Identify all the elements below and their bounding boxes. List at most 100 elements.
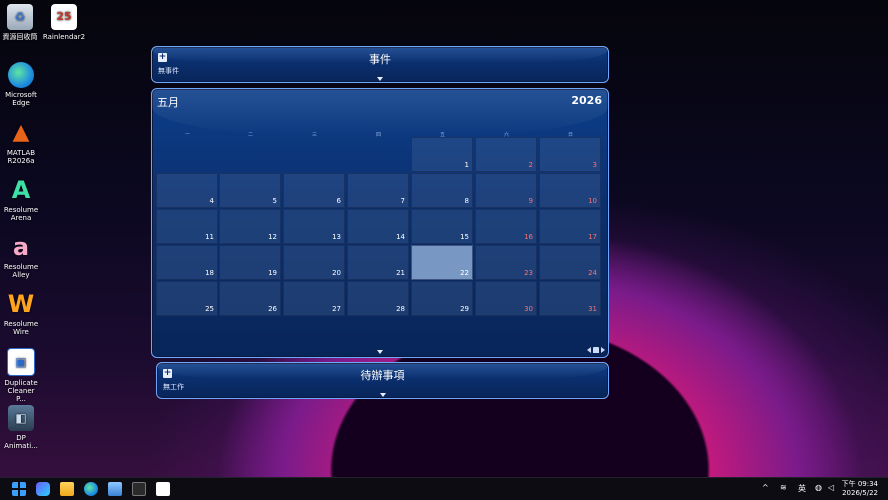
resolume-wire-icon: W [7,290,35,318]
todo-panel: + 待辦事項 無工作 [156,362,609,399]
day-cell[interactable]: 12 [219,209,281,244]
next-month-icon[interactable] [601,347,605,353]
copilot-icon[interactable] [36,482,50,496]
day-cell[interactable]: 11 [156,209,218,244]
day-cell[interactable]: 15 [411,209,473,244]
desktop-icon-recycle-bin[interactable]: ♻ 資源回收筒 [2,4,38,41]
day-cell[interactable]: 18 [156,245,218,280]
day-cell[interactable]: 28 [347,281,409,316]
day-cell[interactable]: 16 [475,209,537,244]
desktop-icon-resolume-alley[interactable]: a Resolume Alley [3,234,39,279]
terminal-icon[interactable] [132,482,146,496]
taskbar: ^ ≋ 英 ◍ ◁ 下午 09:34 2026/5/22 [0,477,888,500]
network-icon[interactable]: ≋ [780,483,787,492]
desktop-icon-label: Resolume Wire [3,320,39,336]
volume-icon[interactable]: ◁ [828,483,834,492]
input-language[interactable]: 英 [798,483,806,494]
control-panel-icon[interactable] [108,482,122,496]
prev-month-icon[interactable] [587,347,591,353]
home-icon[interactable] [593,347,599,353]
desktop-icon-label: Resolume Alley [3,263,39,279]
day-number: 6 [336,197,341,205]
day-number: 8 [464,197,469,205]
desktop-icon-matlab[interactable]: ▲ MATLAB R2026a [3,120,39,166]
edge-icon[interactable] [84,482,98,496]
day-cell[interactable]: 10 [539,173,601,208]
day-cell[interactable]: 27 [283,281,345,316]
day-cell[interactable]: 20 [283,245,345,280]
expand-chevron-icon[interactable] [377,350,383,354]
desktop-icon-resolume-arena[interactable]: A Resolume Arena [3,177,39,222]
events-empty-text: 無事件 [158,67,179,75]
day-cell[interactable]: 2 [475,137,537,172]
edge-icon [8,62,34,88]
day-cell[interactable]: 21 [347,245,409,280]
day-cell[interactable]: 8 [411,173,473,208]
month-label: 五月 [157,96,179,109]
day-number: 20 [332,269,341,277]
day-cell[interactable]: 26 [219,281,281,316]
desktop-icon-duplicate-cleaner[interactable]: ▣ Duplicate Cleaner P... [3,348,39,403]
day-cell[interactable]: 9 [475,173,537,208]
day-cell[interactable]: 24 [539,245,601,280]
events-title: 事件 [369,53,391,66]
recycle-bin-icon: ♻ [7,4,33,30]
day-cell[interactable]: 19 [219,245,281,280]
day-number: 14 [396,233,405,241]
day-cell[interactable]: 29 [411,281,473,316]
show-hidden-icons-icon[interactable]: ^ [762,483,769,492]
day-number: 15 [460,233,469,241]
day-cell[interactable]: 14 [347,209,409,244]
calendar-icon: 25 [51,4,77,30]
day-cell[interactable]: 6 [283,173,345,208]
day-cell[interactable]: 17 [539,209,601,244]
desktop-icon-dp-animation[interactable]: ◧ DP Animati... [3,405,39,450]
day-cell[interactable]: 23 [475,245,537,280]
desktop-icon-label: Duplicate Cleaner P... [4,379,38,403]
day-number: 28 [396,305,405,313]
duplicate-cleaner-icon: ▣ [7,348,35,376]
day-cell[interactable]: 13 [283,209,345,244]
day-cell[interactable]: 1 [411,137,473,172]
day-number: 25 [205,305,214,313]
day-cell[interactable]: 4 [156,173,218,208]
day-number: 2 [528,161,533,169]
clock-date: 2026/5/22 [842,489,878,497]
language-globe-icon[interactable]: ◍ [815,483,822,492]
day-number: 22 [460,269,469,277]
day-number: 3 [592,161,597,169]
desktop-icon-label: Microsoft Edge [5,91,37,107]
desktop-icon-edge[interactable]: Microsoft Edge [3,62,39,107]
expand-chevron-icon[interactable] [377,77,383,81]
day-number: 13 [332,233,341,241]
desktop-icon-label: 資源回收筒 [2,33,38,41]
day-cell[interactable]: 7 [347,173,409,208]
desktop-icon-rainlendar[interactable]: 25 Rainlendar2 [42,4,86,41]
desktop-icon-label: DP Animati... [4,434,38,450]
day-cell[interactable]: 3 [539,137,601,172]
day-cell[interactable]: 22 [411,245,473,280]
file-explorer-icon[interactable] [60,482,74,496]
start-windows-icon[interactable] [12,482,26,496]
day-number: 26 [268,305,277,313]
day-number: 7 [400,197,405,205]
desktop-icon-resolume-wire[interactable]: W Resolume Wire [3,291,39,336]
dp-animation-icon: ◧ [8,405,34,431]
resolume-alley-icon: a [12,233,30,261]
day-number: 9 [528,197,533,205]
day-number: 23 [524,269,533,277]
rainlendar-icon[interactable] [156,482,170,496]
day-cell[interactable]: 30 [475,281,537,316]
expand-chevron-icon[interactable] [379,393,386,397]
clock[interactable]: 下午 09:34 2026/5/22 [842,480,878,498]
day-cell[interactable]: 31 [539,281,601,316]
matlab-icon: ▲ [12,120,30,145]
day-number: 31 [588,305,597,313]
day-number: 29 [460,305,469,313]
day-cell[interactable]: 25 [156,281,218,316]
day-cell[interactable]: 5 [219,173,281,208]
day-number: 16 [524,233,533,241]
weekday-label: 三 [311,132,317,138]
day-number: 27 [332,305,341,313]
day-number: 24 [588,269,597,277]
